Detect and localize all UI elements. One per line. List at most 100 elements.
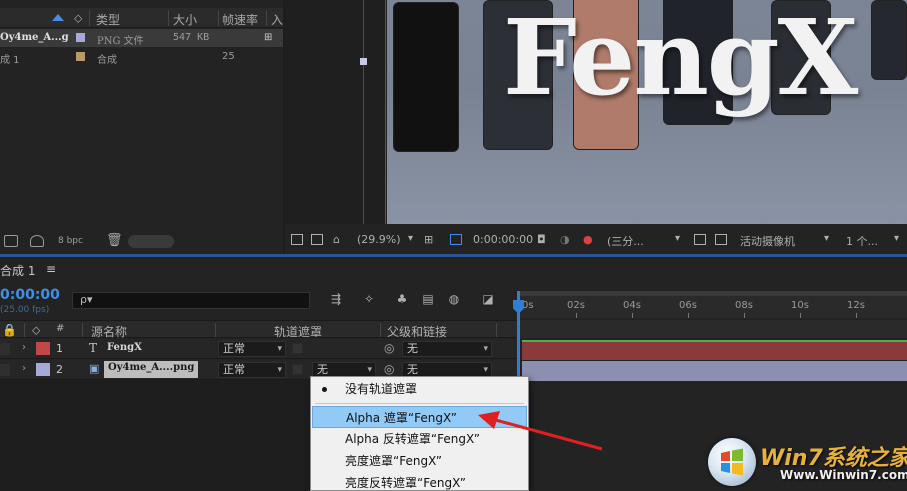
label-swatch[interactable] [76, 52, 85, 61]
comp-mini-flowchart-icon[interactable]: ⇶ [328, 292, 344, 307]
preserve-transparency-toggle[interactable] [292, 343, 303, 354]
chevron-down-icon: ▾ [408, 233, 414, 244]
column-size[interactable]: 大小 [173, 11, 197, 28]
grid-icon[interactable]: ⊞ [424, 233, 433, 246]
label-swatch[interactable] [76, 33, 85, 42]
project-item-name: Oy4me_A...g [0, 32, 69, 43]
ruler-tick-label: 08s [735, 300, 753, 311]
chevron-right-icon[interactable]: › [22, 342, 26, 353]
anchor-handle[interactable] [360, 58, 367, 65]
flowchart-icon[interactable] [30, 235, 44, 247]
layer-search-input[interactable] [72, 292, 310, 309]
magnification-dropdown[interactable]: (29.9%) [357, 233, 401, 246]
lock-toggle[interactable] [0, 364, 10, 376]
frame-blending-icon[interactable]: ▤ [420, 292, 436, 307]
blend-mode-dropdown[interactable]: 正常 ▾ [218, 341, 286, 357]
bit-depth-button[interactable]: 8 bpc [58, 236, 83, 246]
menu-item-luma-inverted-matte[interactable]: 亮度反转遮罩“FengX” [312, 472, 527, 491]
blend-mode-value: 正常 [223, 342, 245, 355]
column-fps[interactable]: 帧速率 [222, 11, 258, 28]
3d-view-icon[interactable] [715, 234, 727, 245]
panel-menu-icon[interactable]: ≡ [46, 262, 56, 276]
parent-pick-whip-icon[interactable]: ◎ [384, 362, 394, 376]
always-preview-icon[interactable] [291, 234, 303, 245]
graph-editor-icon[interactable]: ◪ [480, 292, 496, 307]
layer-row-1[interactable]: › 1 T FengX 正常 ▾ ◎ 无 ▾ [0, 339, 518, 359]
ruler-tick [688, 313, 689, 318]
guide-line [363, 0, 364, 224]
layer-name[interactable]: Oy4me_A....png [104, 361, 199, 378]
column-type[interactable]: 类型 [96, 11, 120, 28]
layer-number: 1 [56, 342, 63, 355]
parent-dropdown[interactable]: 无 ▾ [402, 341, 492, 357]
viewer-timecode[interactable]: 0:00:00:00 [473, 233, 533, 246]
ruler-tick-label: 10s [791, 300, 809, 311]
label-tag-icon[interactable]: ⬦ [32, 323, 40, 338]
work-area-bar[interactable] [518, 291, 907, 296]
current-time-display[interactable]: 0:00:00 [0, 287, 60, 303]
menu-item-label: Alpha 遮罩“FengX” [346, 411, 457, 425]
chevron-down-icon: ▾ [824, 233, 830, 244]
sort-arrow-icon[interactable] [52, 14, 64, 21]
layer-name[interactable]: FengX [107, 342, 142, 353]
parent-pick-whip-icon[interactable]: ◎ [384, 341, 394, 355]
phone-image-6 [871, 0, 907, 80]
vr-glasses-icon[interactable]: ⌂ [333, 233, 340, 246]
column-parent[interactable]: 父级和链接 [387, 323, 447, 340]
annotation-arrow-icon [478, 411, 603, 451]
show-snapshot-icon[interactable]: ◑ [560, 233, 570, 246]
windows-logo-icon [708, 438, 756, 486]
draft-3d-icon[interactable]: ✧ [361, 292, 377, 307]
horizontal-scrollbar[interactable] [128, 235, 174, 248]
column-number: # [56, 323, 65, 334]
views-dropdown[interactable]: 1 个... [846, 233, 878, 249]
camera-dropdown[interactable]: 活动摄像机 [740, 233, 795, 249]
shy-layers-icon[interactable]: ♣ [394, 292, 410, 307]
composition-preview[interactable]: FengX [387, 0, 907, 224]
chevron-down-icon: ▾ [277, 344, 282, 354]
project-item-png[interactable]: Oy4me_A...g PNG 文件 547 KB ⊞ [0, 29, 283, 47]
ruler-tick-label: 02s [567, 300, 585, 311]
project-column-header: ⬦ 类型 大小 帧速率 入 [0, 8, 283, 28]
menu-item-label: Alpha 反转遮罩“FengX” [345, 432, 480, 446]
region-of-interest-icon[interactable] [450, 234, 462, 245]
lock-toggle[interactable] [0, 343, 10, 355]
lock-icon[interactable]: 🔒 [2, 323, 17, 337]
watermark-url: Www.Winwin7.com [780, 468, 907, 482]
blend-mode-dropdown[interactable]: 正常 ▾ [218, 362, 286, 378]
layer-label-color[interactable] [36, 363, 50, 376]
checked-bullet-icon [322, 387, 327, 392]
project-item-comp[interactable]: 成 1 合成 25 [0, 48, 283, 66]
project-item-fps: 25 [222, 51, 235, 62]
parent-value: 无 [407, 342, 418, 355]
interpret-footage-icon[interactable] [4, 235, 18, 247]
menu-separator [315, 403, 524, 404]
layer-bar-1[interactable] [522, 340, 907, 360]
trash-icon[interactable]: 🗑 [106, 233, 123, 248]
track-matte-value: 无 [317, 363, 328, 376]
blend-mode-value: 正常 [223, 363, 245, 376]
ruler-tick [800, 313, 801, 318]
monitor-icon[interactable] [311, 234, 323, 245]
ruler-tick [632, 313, 633, 318]
column-in[interactable]: 入 [271, 11, 283, 28]
snapshot-icon[interactable]: ◘ [537, 233, 546, 246]
chevron-down-icon: ▾ [483, 365, 488, 375]
layer-bar-2[interactable] [522, 361, 907, 381]
preserve-transparency-toggle[interactable] [292, 364, 303, 375]
tab-composition[interactable]: 合成 1 [0, 262, 35, 279]
menu-item-no-track-matte[interactable]: 没有轨道遮罩 [312, 378, 527, 400]
ruler-tick [744, 313, 745, 318]
resolution-dropdown[interactable]: (三分... [607, 233, 644, 249]
channel-icon[interactable]: ● [583, 233, 593, 246]
watermark: Win7系统之家 Www.Winwin7.com [708, 436, 907, 491]
viewer-toolbar: ⌂ (29.9%) ▾ ⊞ 0:00:00:00 ◘ ◑ ● (三分... ▾ … [285, 229, 907, 251]
chevron-right-icon[interactable]: › [22, 363, 26, 374]
label-tag-icon[interactable]: ⬦ [74, 11, 82, 26]
transparency-grid-icon[interactable] [694, 234, 706, 245]
ruler-tick-label: 12s [847, 300, 865, 311]
motion-blur-icon[interactable]: ◍ [446, 292, 462, 307]
layer-label-color[interactable] [36, 342, 50, 355]
column-source-name[interactable]: 源名称 [91, 323, 127, 340]
column-track-matte[interactable]: 轨道遮罩 [274, 323, 322, 340]
